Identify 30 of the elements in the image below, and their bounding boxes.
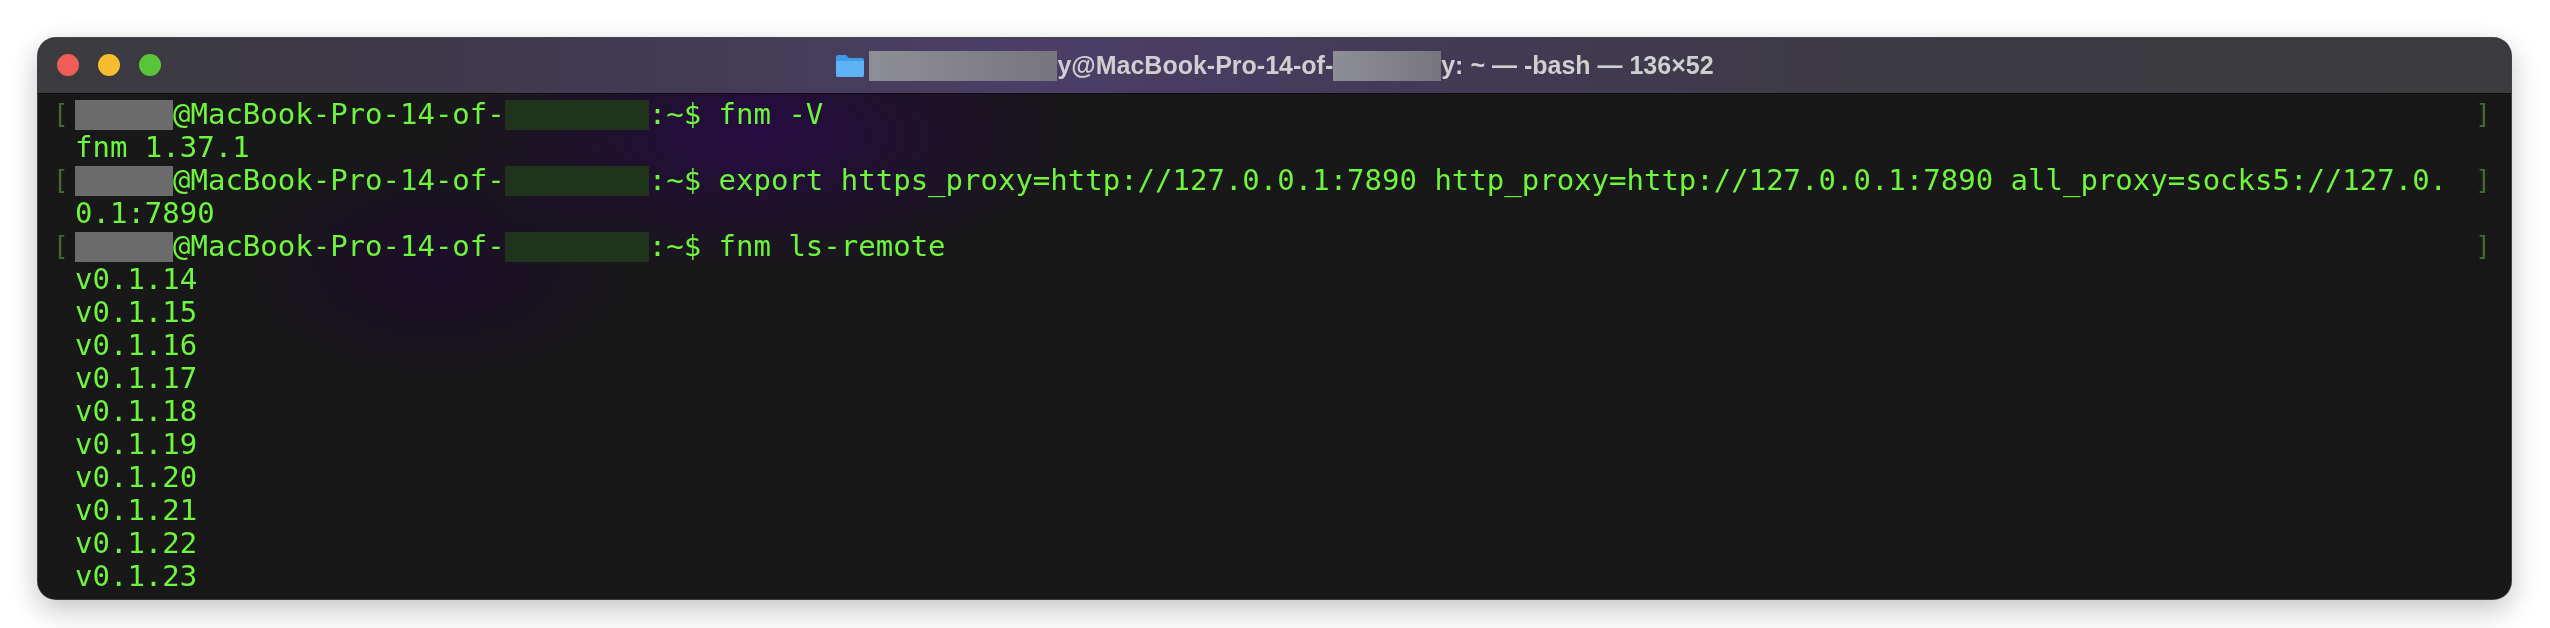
terminal-text: @MacBook-Pro-14-of- bbox=[173, 230, 505, 263]
terminal-text: v0.1.23 bbox=[75, 560, 198, 593]
terminal-text: v0.1.16 bbox=[75, 329, 198, 362]
terminal-text: :~$ export https_proxy=http://127.0.0.1:7890 http_proxy=http://127.0.0.1:7890 all_proxy=socks5://127.0. bbox=[648, 164, 2448, 197]
close-button[interactable] bbox=[57, 54, 79, 76]
window-title: y@MacBook-Pro-14-of- bbox=[1057, 51, 1334, 80]
terminal-text: v0.1.20 bbox=[75, 461, 198, 494]
minimize-button[interactable] bbox=[98, 54, 120, 76]
terminal-text: :~$ fnm -V bbox=[648, 98, 824, 131]
bracket-mark: ] bbox=[2475, 164, 2491, 197]
terminal-text: @MacBook-Pro-14-of- bbox=[173, 164, 505, 197]
bracket-mark: [ bbox=[53, 164, 69, 197]
bracket-mark: ] bbox=[2475, 98, 2491, 131]
bracket-mark: ] bbox=[2475, 230, 2491, 263]
zoom-button[interactable] bbox=[139, 54, 161, 76]
terminal-text: :~$ fnm ls-remote bbox=[648, 230, 946, 263]
terminal-text: v0.1.22 bbox=[75, 527, 198, 560]
terminal-text: 0.1:7890 bbox=[75, 197, 215, 230]
terminal-text: fnm 1.37.1 bbox=[75, 131, 250, 164]
terminal-text: v0.1.15 bbox=[75, 296, 198, 329]
folder-icon bbox=[835, 53, 866, 78]
terminal-text: @MacBook-Pro-14-of- bbox=[173, 98, 505, 131]
terminal-text: v0.1.14 bbox=[75, 263, 198, 296]
terminal-text: v0.1.21 bbox=[75, 494, 198, 527]
terminal-text: v0.1.17 bbox=[75, 362, 198, 395]
terminal-text: v0.1.19 bbox=[75, 428, 198, 461]
bracket-mark: [ bbox=[53, 230, 69, 263]
bracket-mark: [ bbox=[53, 98, 69, 131]
window-title: y: ~ — -bash — 136×52 bbox=[1441, 51, 1714, 80]
terminal-text: v0.1.18 bbox=[75, 395, 198, 428]
